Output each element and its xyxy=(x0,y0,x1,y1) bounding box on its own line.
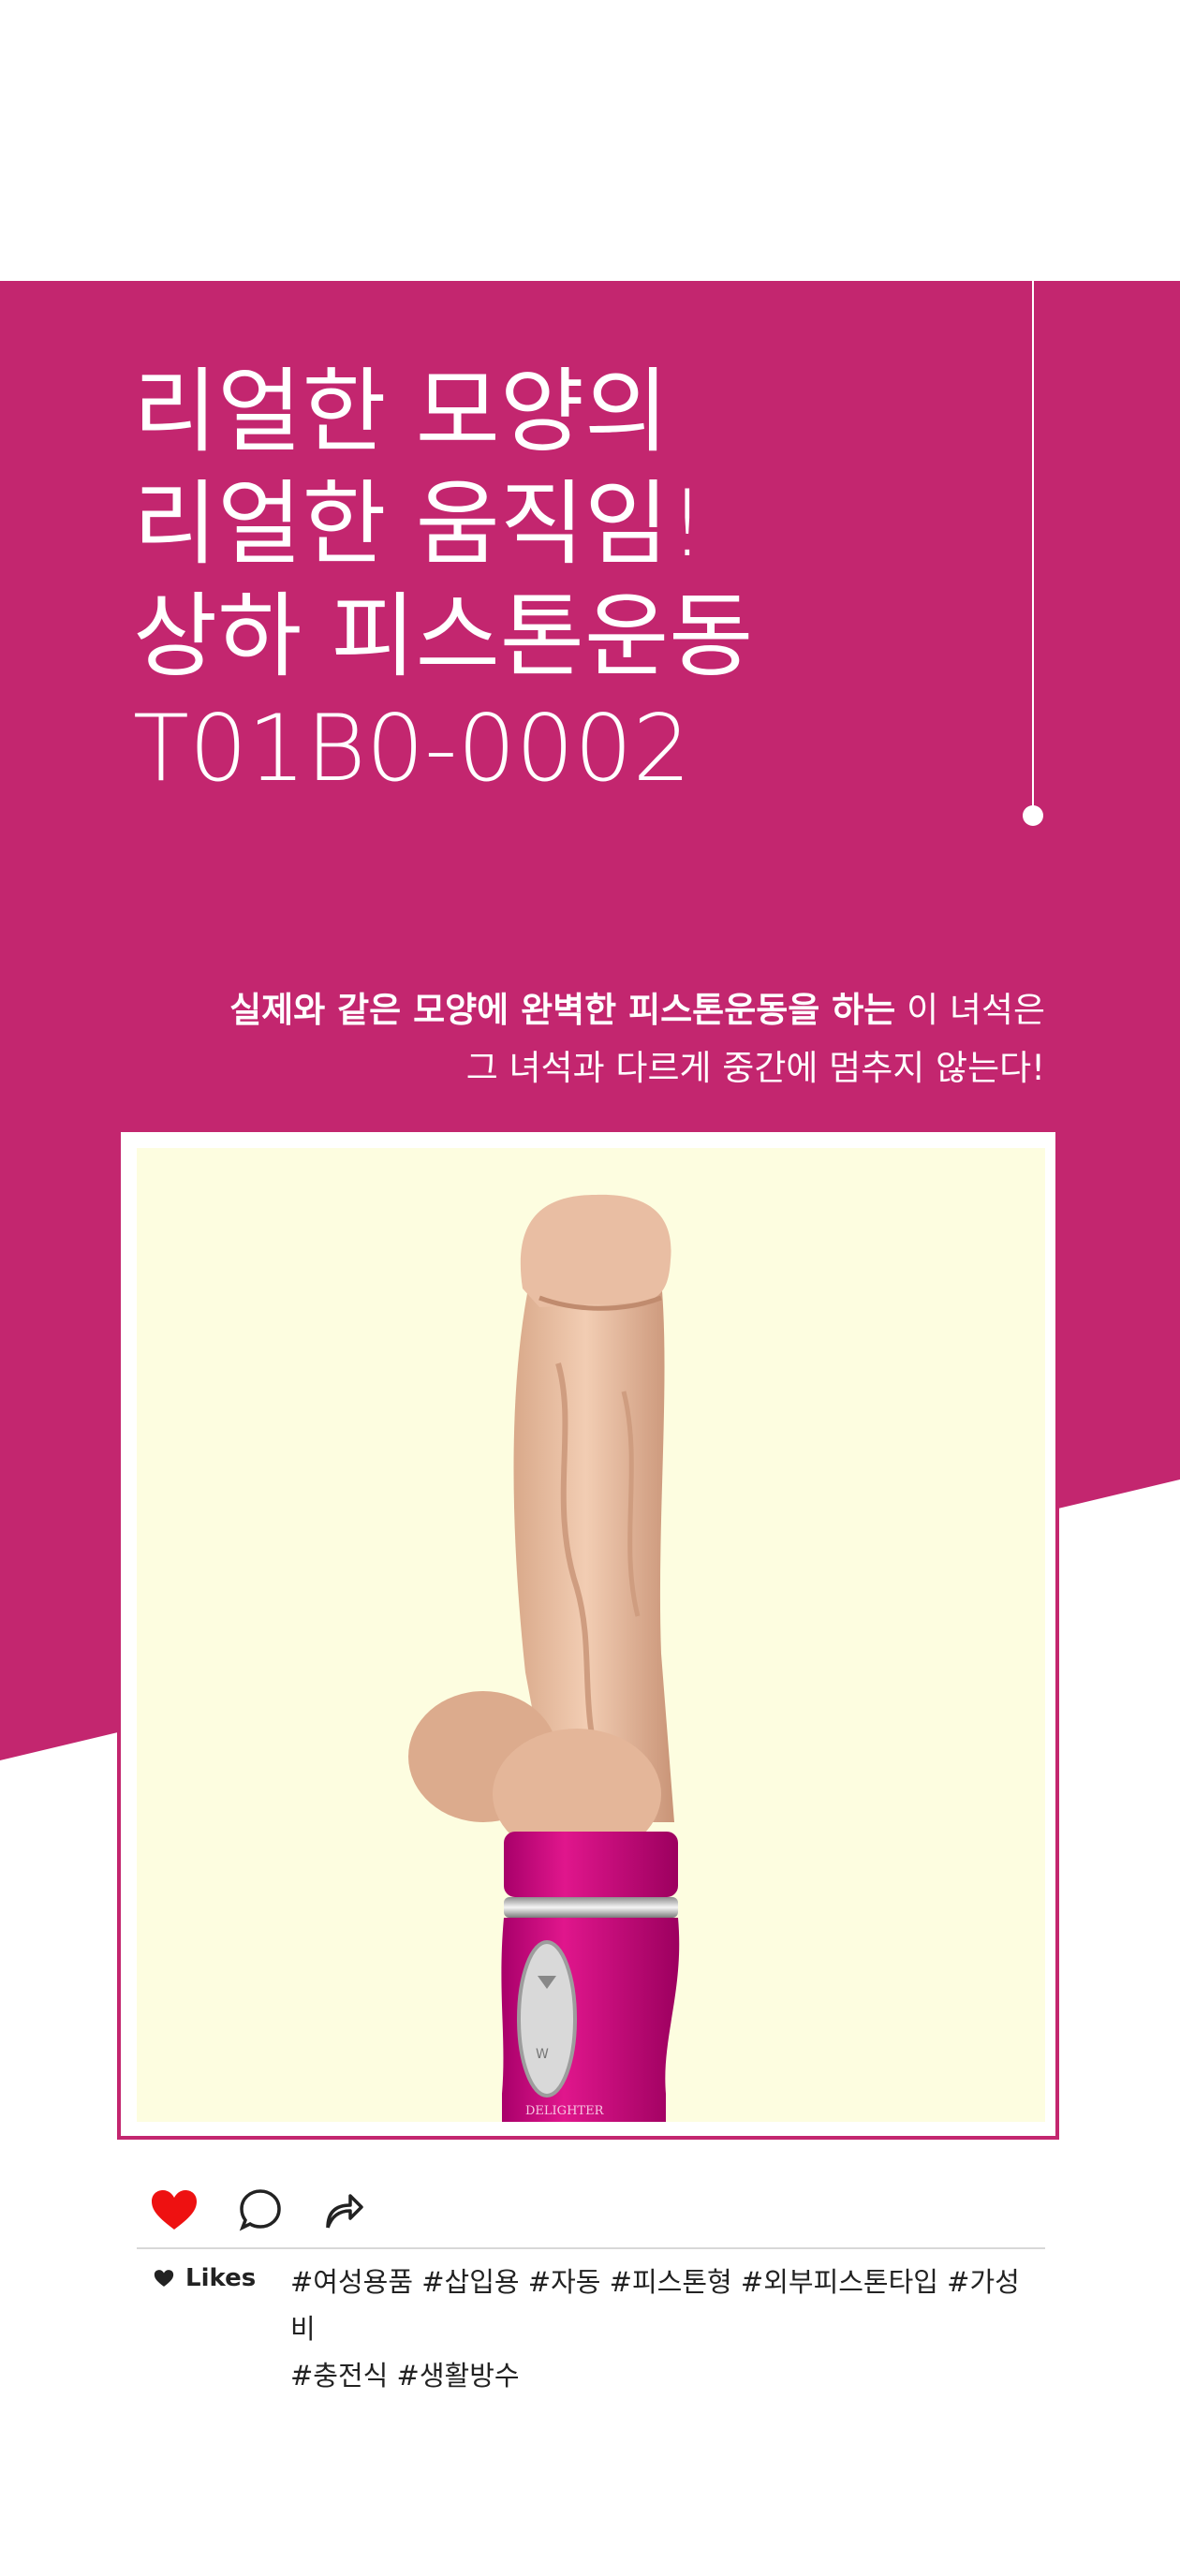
description-line-2: 그 녀석과 다르게 중간에 멈추지 않는다! xyxy=(465,1048,1045,1088)
hashtags-line-1: #여성용품 #삽입용 #자동 #피스톤형 #외부피스톤타입 #가성비 xyxy=(290,2266,1020,2345)
product-photo: W DELIGHTER xyxy=(137,1148,1045,2122)
headline-line-3: 상하 피스톤운동 xyxy=(133,583,754,690)
brand-label: DELIGHTER xyxy=(525,2104,605,2118)
headline-line-2: 리얼한 움직임! xyxy=(133,471,706,578)
description: 실제와 같은 모양에 완벽한 피스톤운동을 하는 이 녀석은 그 녀석과 다르게… xyxy=(229,981,1045,1097)
product-code: T01B0-0002 xyxy=(133,696,691,802)
description-regular: 이 녀석은 xyxy=(895,990,1045,1030)
small-heart-icon xyxy=(154,2270,174,2287)
chrome-ring xyxy=(504,1897,678,1918)
likes[interactable]: Likes xyxy=(154,2264,256,2292)
head-shape xyxy=(520,1194,671,1307)
button-panel xyxy=(517,1940,577,2098)
comment-icon[interactable] xyxy=(238,2187,283,2232)
headline: 리얼한 모양의 리얼한 움직임! 상하 피스톤운동 T01B0-0002 xyxy=(133,356,753,805)
description-bold: 실제와 같은 모양에 완벽한 피스톤운동을 하는 xyxy=(229,990,896,1030)
headline-line-1: 리얼한 모양의 xyxy=(133,359,670,465)
decorative-dot xyxy=(1023,805,1043,826)
likes-label: Likes xyxy=(185,2264,257,2292)
collar xyxy=(504,1832,678,1897)
decorative-vertical-line xyxy=(1032,281,1034,813)
description-line-1: 실제와 같은 모양에 완벽한 피스톤운동을 하는 이 녀석은 xyxy=(229,981,1045,1039)
heart-icon[interactable] xyxy=(150,2188,199,2231)
svg-text:W: W xyxy=(536,2047,549,2062)
hashtags-line-2: #충전식 #생활방수 xyxy=(290,2360,520,2392)
share-icon[interactable] xyxy=(322,2188,365,2231)
social-actions xyxy=(150,2182,365,2238)
divider xyxy=(137,2247,1045,2249)
product-illustration: W DELIGHTER xyxy=(408,1194,680,2122)
hashtags: #여성용품 #삽입용 #자동 #피스톤형 #외부피스톤타입 #가성비 #충전식 … xyxy=(290,2259,1040,2399)
